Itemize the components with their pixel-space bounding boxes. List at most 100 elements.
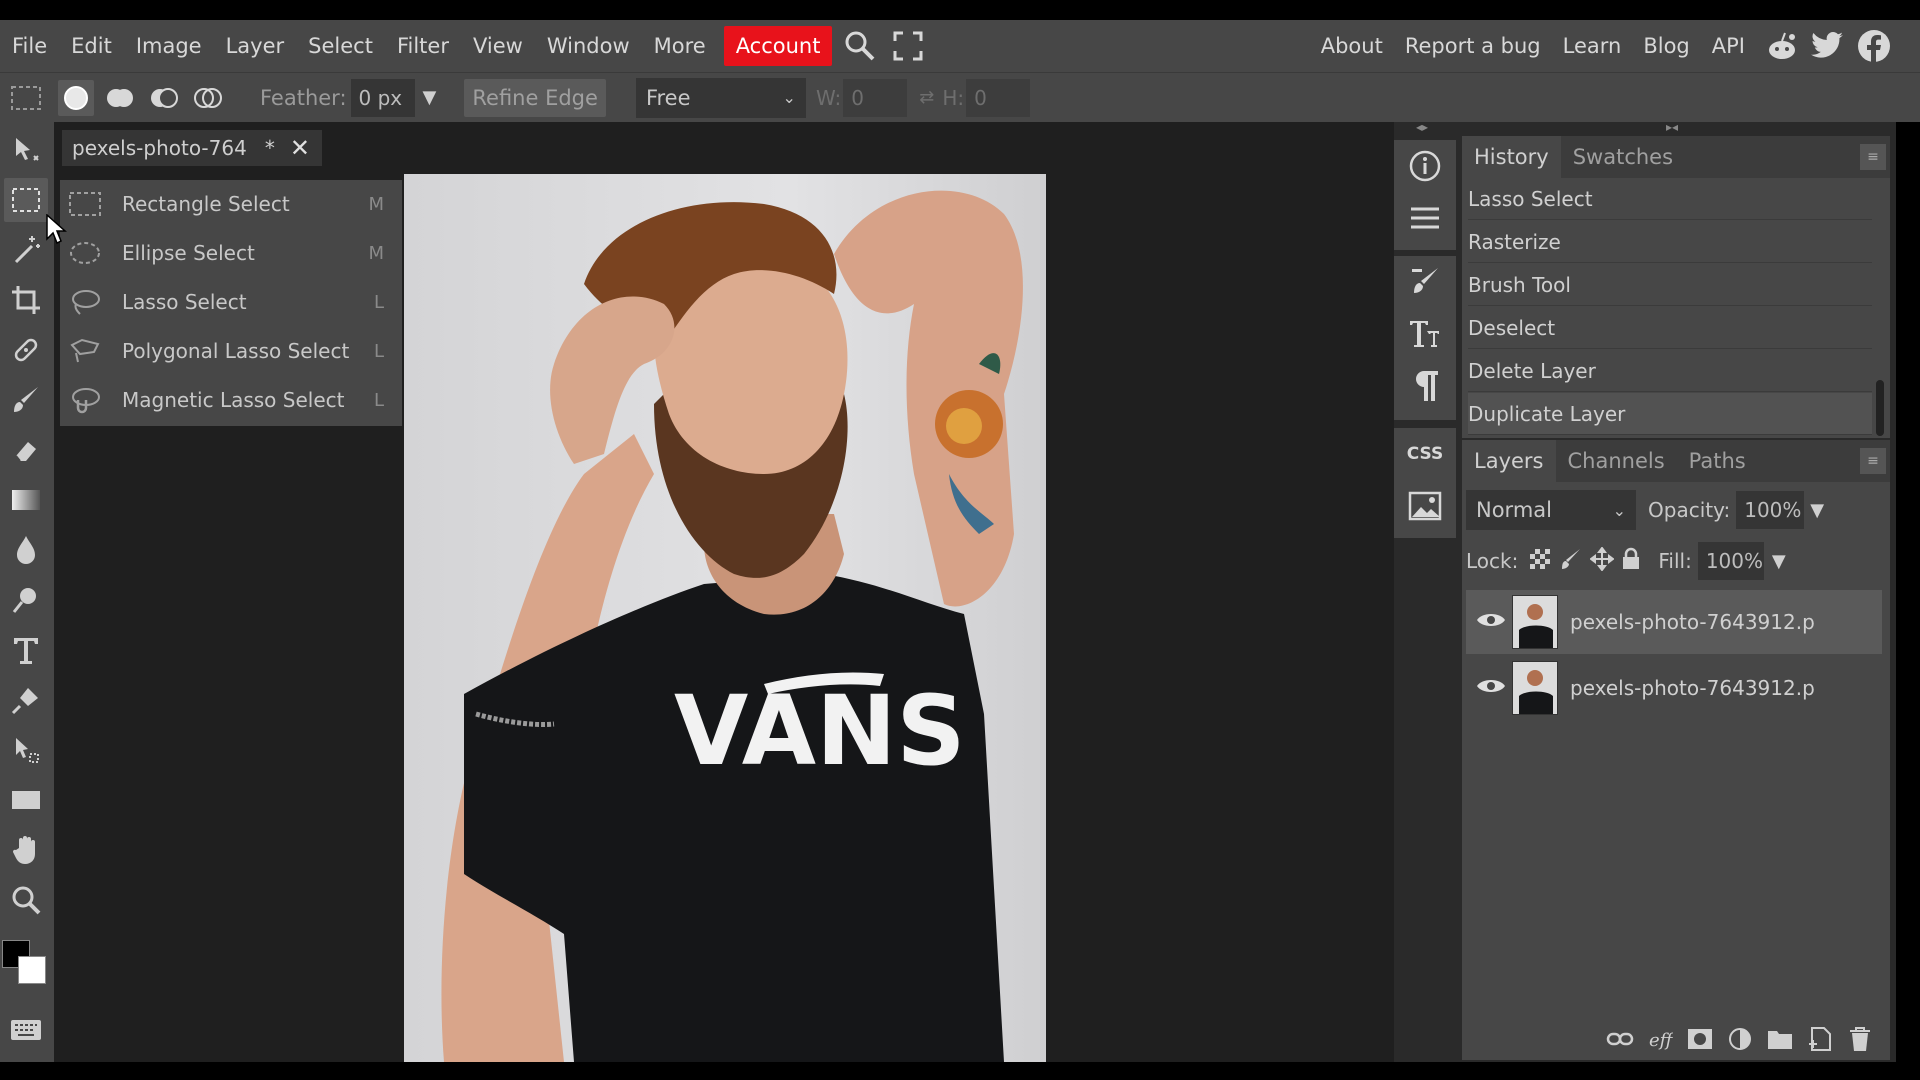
- new-folder-icon[interactable]: [1760, 1023, 1800, 1055]
- menu-filter[interactable]: Filter: [385, 26, 461, 66]
- history-scrollbar[interactable]: [1876, 380, 1884, 436]
- menu-layer[interactable]: Layer: [214, 26, 297, 66]
- menu-report-bug[interactable]: Report a bug: [1394, 26, 1552, 66]
- image-icon[interactable]: [1394, 480, 1456, 532]
- history-item[interactable]: Delete Layer: [1468, 350, 1872, 392]
- fullscreen-icon[interactable]: [888, 26, 928, 66]
- link-layers-icon[interactable]: [1600, 1023, 1640, 1055]
- style-select[interactable]: Free ⌄: [635, 77, 806, 118]
- panel-menu-icon[interactable]: ≡: [1860, 448, 1886, 474]
- delete-layer-icon[interactable]: [1840, 1023, 1880, 1055]
- adjustments-icon[interactable]: [1394, 192, 1456, 244]
- swap-icon[interactable]: ⇄: [919, 87, 934, 108]
- history-item[interactable]: Lasso Select: [1468, 178, 1872, 220]
- type-tool-icon[interactable]: [4, 628, 48, 672]
- collapse-arrows-icon[interactable]: ◂▸: [1416, 120, 1428, 134]
- flyout-rectangle-select[interactable]: Rectangle Select M: [60, 180, 402, 228]
- intersect-selection-icon[interactable]: [190, 80, 226, 116]
- tab-history[interactable]: History: [1462, 136, 1561, 178]
- menu-edit[interactable]: Edit: [59, 26, 124, 66]
- brush-settings-icon[interactable]: [1394, 256, 1456, 308]
- hand-tool-icon[interactable]: [4, 828, 48, 872]
- tab-layers[interactable]: Layers: [1462, 440, 1556, 482]
- height-input[interactable]: 0: [966, 78, 1031, 117]
- menu-learn[interactable]: Learn: [1552, 26, 1633, 66]
- flyout-polygonal-lasso-select[interactable]: Polygonal Lasso Select L: [60, 327, 402, 375]
- eye-icon[interactable]: [1476, 610, 1506, 635]
- document-tab[interactable]: pexels-photo-764 * ✕: [62, 130, 322, 166]
- crop-tool-icon[interactable]: [4, 278, 48, 322]
- rectangle-select-tool-icon[interactable]: [4, 178, 48, 222]
- account-button[interactable]: Account: [723, 26, 833, 66]
- flyout-magnetic-lasso-select[interactable]: Magnetic Lasso Select L: [60, 376, 402, 424]
- fill-dropdown-icon[interactable]: ▼: [1772, 551, 1786, 572]
- tab-paths[interactable]: Paths: [1677, 440, 1758, 482]
- feather-dropdown-icon[interactable]: ▼: [423, 87, 437, 108]
- character-icon[interactable]: [1394, 308, 1456, 360]
- css-icon[interactable]: CSS: [1394, 428, 1456, 480]
- gradient-tool-icon[interactable]: [4, 478, 48, 522]
- zoom-tool-icon[interactable]: [4, 878, 48, 922]
- flyout-lasso-select[interactable]: Lasso Select L: [60, 278, 402, 326]
- background-color-swatch[interactable]: [18, 956, 46, 984]
- pen-tool-icon[interactable]: [4, 678, 48, 722]
- menu-image[interactable]: Image: [124, 26, 214, 66]
- history-item-current[interactable]: Duplicate Layer: [1468, 393, 1872, 435]
- flyout-ellipse-select[interactable]: Ellipse Select M: [60, 229, 402, 277]
- history-item[interactable]: Rasterize: [1468, 221, 1872, 263]
- opacity-input[interactable]: 100%: [1736, 491, 1805, 529]
- subtract-selection-icon[interactable]: [146, 80, 182, 116]
- healing-tool-icon[interactable]: [4, 328, 48, 372]
- menu-file[interactable]: File: [0, 26, 59, 66]
- close-icon[interactable]: ✕: [290, 134, 310, 162]
- info-icon[interactable]: [1394, 140, 1456, 192]
- history-item[interactable]: Deselect: [1468, 307, 1872, 349]
- dodge-tool-icon[interactable]: [4, 578, 48, 622]
- panel-menu-icon[interactable]: ≡: [1860, 144, 1886, 170]
- menu-blog[interactable]: Blog: [1632, 26, 1700, 66]
- collapse-arrows-icon[interactable]: ▸◂: [1666, 120, 1678, 134]
- lock-pixels-icon[interactable]: [1560, 547, 1584, 576]
- reddit-icon[interactable]: [1762, 26, 1802, 66]
- menu-window[interactable]: Window: [535, 26, 642, 66]
- twitter-icon[interactable]: [1808, 26, 1848, 66]
- add-selection-icon[interactable]: [102, 80, 138, 116]
- feather-input[interactable]: 0 px: [350, 78, 415, 117]
- lock-transparency-icon[interactable]: [1528, 547, 1552, 576]
- facebook-icon[interactable]: [1854, 26, 1894, 66]
- menu-more[interactable]: More: [642, 26, 718, 66]
- menu-about[interactable]: About: [1310, 26, 1394, 66]
- eraser-tool-icon[interactable]: [4, 428, 48, 472]
- adjustment-layer-icon[interactable]: [1720, 1023, 1760, 1055]
- menu-select[interactable]: Select: [296, 26, 385, 66]
- fill-input[interactable]: 100%: [1697, 542, 1764, 580]
- path-select-tool-icon[interactable]: [4, 728, 48, 772]
- layer-mask-icon[interactable]: [1680, 1023, 1720, 1055]
- new-layer-icon[interactable]: [1800, 1023, 1840, 1055]
- blur-tool-icon[interactable]: [4, 528, 48, 572]
- layer-effects-icon[interactable]: eff: [1640, 1023, 1680, 1055]
- selection-tool-icon[interactable]: [8, 80, 44, 116]
- document-canvas[interactable]: VANS: [404, 174, 1046, 1062]
- brush-tool-icon[interactable]: [4, 378, 48, 422]
- lock-position-icon[interactable]: [1589, 545, 1616, 576]
- move-tool-icon[interactable]: [4, 128, 48, 172]
- search-icon[interactable]: [840, 26, 880, 66]
- keyboard-icon[interactable]: [4, 1008, 48, 1052]
- eye-icon[interactable]: [1476, 676, 1506, 701]
- layer-row[interactable]: pexels-photo-7643912.p: [1466, 656, 1882, 720]
- new-selection-icon[interactable]: [58, 79, 94, 116]
- paragraph-icon[interactable]: [1394, 360, 1456, 412]
- history-item[interactable]: Brush Tool: [1468, 264, 1872, 306]
- lock-all-icon[interactable]: [1620, 547, 1642, 576]
- menu-api[interactable]: API: [1701, 26, 1756, 66]
- menu-view[interactable]: View: [461, 26, 535, 66]
- tab-channels[interactable]: Channels: [1556, 440, 1677, 482]
- opacity-dropdown-icon[interactable]: ▼: [1810, 500, 1824, 521]
- width-input[interactable]: 0: [843, 78, 908, 117]
- refine-edge-button[interactable]: Refine Edge: [464, 78, 606, 117]
- layer-row-selected[interactable]: pexels-photo-7643912.p: [1466, 590, 1882, 654]
- blend-mode-select[interactable]: Normal ⌄: [1466, 490, 1636, 530]
- magic-wand-tool-icon[interactable]: [4, 228, 48, 272]
- rectangle-shape-tool-icon[interactable]: [4, 778, 48, 822]
